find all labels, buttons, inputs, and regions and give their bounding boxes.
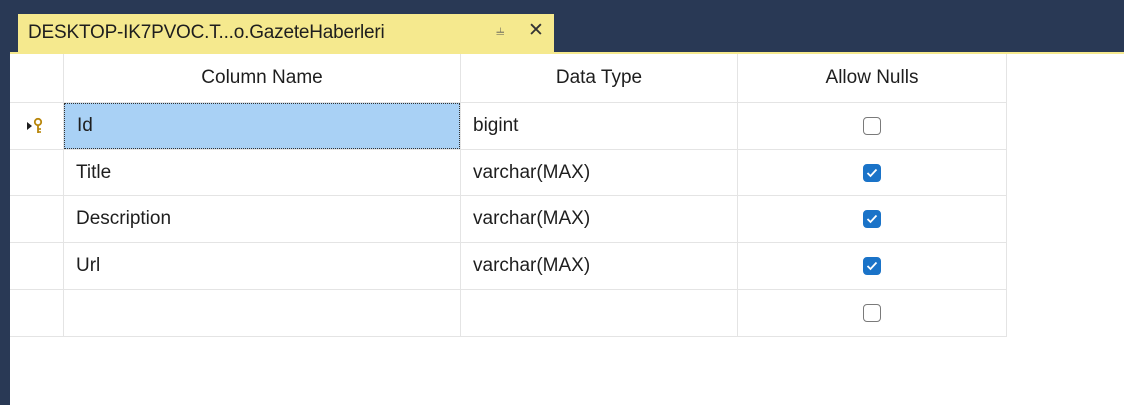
- data-type-cell[interactable]: varchar(MAX): [461, 243, 737, 289]
- allow-nulls-cell: [738, 290, 1006, 336]
- data-type-cell[interactable]: varchar(MAX): [461, 150, 737, 196]
- row-selector[interactable]: [10, 196, 62, 242]
- allow-nulls-checkbox[interactable]: [863, 117, 881, 135]
- new-table-row[interactable]: [10, 290, 1006, 336]
- pin-icon[interactable]: ⫨: [496, 22, 504, 39]
- allow-nulls-cell: [738, 243, 1006, 289]
- table-designer-grid: Column Name Data Type Allow Nulls Id big…: [10, 54, 1124, 405]
- data-type-cell[interactable]: bigint: [461, 103, 737, 149]
- data-type-header[interactable]: Data Type: [461, 54, 737, 102]
- primary-key-icon: [26, 117, 46, 135]
- data-type-cell[interactable]: varchar(MAX): [461, 196, 737, 242]
- table-row[interactable]: Title varchar(MAX): [10, 150, 1006, 196]
- column-name-cell[interactable]: [64, 290, 460, 336]
- table-row[interactable]: Id bigint: [10, 103, 1006, 149]
- table-row[interactable]: Description varchar(MAX): [10, 196, 1006, 242]
- column-name-cell[interactable]: Url: [64, 243, 460, 289]
- allow-nulls-cell: [738, 196, 1006, 242]
- close-icon[interactable]: ✕: [528, 21, 544, 40]
- allow-nulls-checkbox[interactable]: [863, 164, 881, 182]
- column-name-header[interactable]: Column Name: [64, 54, 460, 102]
- table-row[interactable]: Url varchar(MAX): [10, 243, 1006, 289]
- allow-nulls-checkbox[interactable]: [863, 210, 881, 228]
- tab-title: DESKTOP-IK7PVOC.T...o.GazeteHaberleri: [28, 22, 385, 43]
- row-selector[interactable]: [10, 150, 62, 196]
- allow-nulls-cell: [738, 103, 1006, 149]
- document-tab[interactable]: DESKTOP-IK7PVOC.T...o.GazeteHaberleri ⫨ …: [18, 14, 554, 52]
- data-type-cell[interactable]: [461, 290, 737, 336]
- row-selector[interactable]: [10, 243, 62, 289]
- grid-header: Column Name Data Type Allow Nulls: [10, 54, 1006, 102]
- allow-nulls-checkbox[interactable]: [863, 257, 881, 275]
- column-name-cell[interactable]: Title: [64, 150, 460, 196]
- row-selector[interactable]: [10, 290, 62, 336]
- grid-line: [10, 336, 1007, 337]
- allow-nulls-checkbox[interactable]: [863, 304, 881, 322]
- column-name-cell[interactable]: Description: [64, 196, 460, 242]
- column-name-cell[interactable]: Id: [64, 103, 460, 149]
- allow-nulls-header[interactable]: Allow Nulls: [738, 54, 1006, 102]
- allow-nulls-cell: [738, 150, 1006, 196]
- left-edge-bar: [0, 0, 10, 405]
- row-selector[interactable]: [10, 103, 62, 149]
